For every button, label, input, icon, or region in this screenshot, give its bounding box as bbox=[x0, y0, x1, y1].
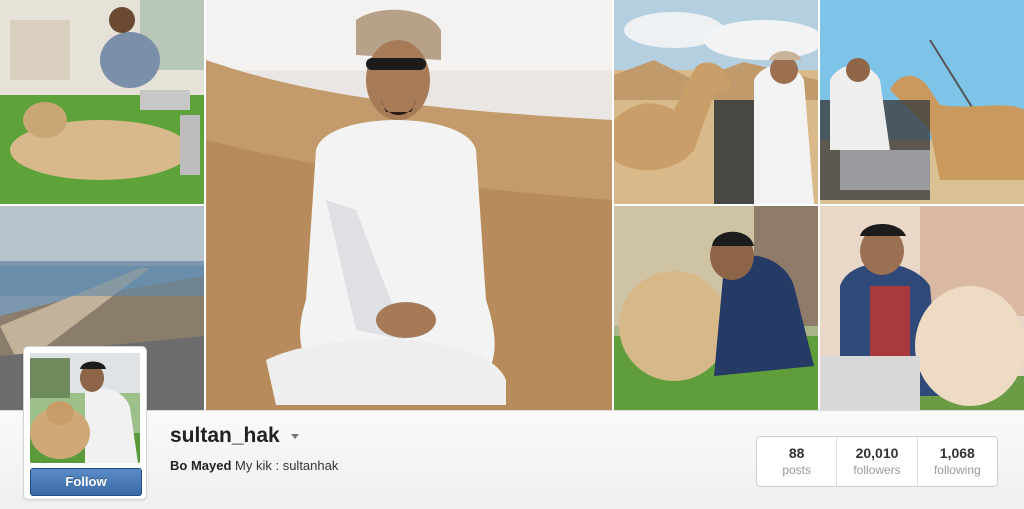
avatar-card: Follow bbox=[24, 347, 146, 499]
photo-camel-by-truck bbox=[820, 0, 1024, 204]
chevron-down-icon[interactable] bbox=[291, 434, 299, 439]
avatar-photo bbox=[30, 353, 140, 463]
photo-man-with-lioness-wall bbox=[820, 206, 1024, 410]
username: sultan_hak bbox=[170, 424, 280, 447]
photo-man-hugging-lioness bbox=[614, 206, 818, 410]
photo-tile-4[interactable] bbox=[614, 0, 818, 204]
bio-text: My kik : sultanhak bbox=[235, 458, 339, 473]
stat-followers[interactable]: 20,010 followers bbox=[836, 437, 916, 486]
stat-posts-count: 88 bbox=[788, 445, 805, 461]
photo-man-with-lioness bbox=[0, 0, 204, 204]
photo-tile-1[interactable] bbox=[0, 0, 204, 204]
photo-tile-5[interactable] bbox=[820, 0, 1024, 204]
avatar[interactable] bbox=[30, 353, 140, 463]
photo-camel-and-man bbox=[614, 0, 818, 204]
stat-following-count: 1,068 bbox=[939, 445, 975, 461]
bio: Bo Mayed My kik : sultanhak bbox=[170, 458, 338, 473]
full-name: Bo Mayed bbox=[170, 458, 232, 473]
stat-following[interactable]: 1,068 following bbox=[916, 437, 997, 486]
stat-following-label: following bbox=[933, 463, 981, 477]
profile-stats: 88 posts 20,010 followers 1,068 followin… bbox=[756, 436, 998, 487]
stat-followers-count: 20,010 bbox=[855, 445, 899, 461]
photo-tile-3[interactable] bbox=[206, 0, 612, 410]
stat-followers-label: followers bbox=[853, 463, 901, 477]
stat-posts-label: posts bbox=[782, 463, 811, 477]
follow-button[interactable]: Follow bbox=[30, 468, 142, 496]
photo-mosaic bbox=[0, 0, 1024, 410]
photo-tile-7[interactable] bbox=[820, 206, 1024, 410]
photo-tile-6[interactable] bbox=[614, 206, 818, 410]
photo-man-kneeling-desert bbox=[206, 0, 612, 410]
stat-posts[interactable]: 88 posts bbox=[757, 437, 836, 486]
